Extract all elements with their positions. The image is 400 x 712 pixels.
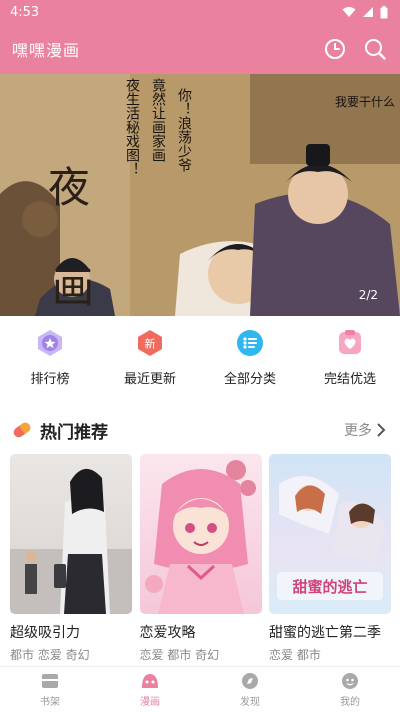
quick-nav-label: 完结优选 xyxy=(323,372,376,387)
app-bar: 嘿嘿漫画 xyxy=(0,24,400,74)
quick-nav-recent-updates[interactable]: 新 最近更新 xyxy=(100,326,200,394)
comic-grid: 超级吸引力 都市 恋爱 奇幻 恋爱攻略 恋爱 都市 奇幻 甜蜜的逃亡 甜蜜的逃亡… xyxy=(0,454,400,666)
app-title: 嘿嘿漫画 xyxy=(12,41,81,60)
finished-heart-icon xyxy=(333,326,367,360)
comic-tags: 都市 恋爱 奇幻 xyxy=(10,648,90,662)
comic-title: 超级吸引力 xyxy=(10,625,80,641)
quick-nav-all-categories[interactable]: 全部分类 xyxy=(200,326,300,394)
comic-card[interactable]: 甜蜜的逃亡 甜蜜的逃亡第二季 恋爱 都市 xyxy=(269,454,391,666)
svg-text:夜生活秘戏图！: 夜生活秘戏图！ xyxy=(124,78,140,176)
banner-artwork: 夜 画 你！浪荡少爷 竟然让画家画 夜生活秘戏图！ 我要干什么 xyxy=(0,74,400,316)
signal-icon xyxy=(363,7,373,17)
comic-title: 恋爱攻略 xyxy=(139,625,196,641)
wifi-icon xyxy=(342,7,356,17)
chevron-right-icon xyxy=(377,423,386,437)
ranking-medal-icon xyxy=(33,326,67,360)
discover-icon xyxy=(239,671,261,691)
comic-cover xyxy=(139,454,262,614)
tab-label: 我的 xyxy=(340,697,360,708)
banner-title-art: 夜 xyxy=(48,163,90,212)
quick-nav: 排行榜 新 最近更新 全部分类 完结优选 xyxy=(0,326,400,394)
status-bar: 4:53 xyxy=(0,0,400,24)
more-link[interactable]: 更多 xyxy=(344,420,386,440)
search-icon[interactable] xyxy=(362,36,388,62)
comic-cover xyxy=(10,454,132,614)
banner-carousel[interactable]: 夜 画 你！浪荡少爷 竟然让画家画 夜生活秘戏图！ 我要干什么 2/2 xyxy=(0,74,400,316)
tab-label: 书架 xyxy=(40,697,60,708)
hot-recommend-header: 热门推荐 更多 xyxy=(0,410,400,450)
app-actions xyxy=(322,36,388,62)
more-label: 更多 xyxy=(344,423,372,439)
tab-comics[interactable]: 漫画 xyxy=(100,671,200,708)
svg-text:竟然让画家画: 竟然让画家画 xyxy=(150,78,166,162)
clock-icon[interactable] xyxy=(322,36,348,62)
tab-label: 发现 xyxy=(240,697,260,708)
quick-nav-ranking[interactable]: 排行榜 xyxy=(0,326,100,394)
svg-text:我要干什么: 我要干什么 xyxy=(335,95,395,109)
category-list-icon xyxy=(233,326,267,360)
comic-cover-text: 甜蜜的逃亡 xyxy=(292,578,367,596)
bottom-nav: 书架 漫画 发现 我的 xyxy=(0,666,400,712)
comic-card[interactable]: 超级吸引力 都市 恋爱 奇幻 xyxy=(10,454,132,666)
tab-label: 漫画 xyxy=(140,697,160,708)
hot-pill-icon xyxy=(13,422,31,438)
status-time: 4:53 xyxy=(10,4,40,20)
profile-icon xyxy=(339,671,361,691)
tab-profile[interactable]: 我的 xyxy=(300,671,400,708)
status-icons xyxy=(342,5,388,19)
tab-bookshelf[interactable]: 书架 xyxy=(0,671,100,708)
quick-nav-label: 排行榜 xyxy=(30,372,70,387)
section-title-wrap: 热门推荐 xyxy=(10,418,108,443)
comic-card[interactable]: 恋爱攻略 恋爱 都市 奇幻 xyxy=(139,454,262,666)
tab-discover[interactable]: 发现 xyxy=(200,671,300,708)
svg-text:画: 画 xyxy=(52,263,94,312)
svg-text:新: 新 xyxy=(145,337,156,351)
svg-text:你！浪荡少爷: 你！浪荡少爷 xyxy=(176,88,192,172)
section-title: 热门推荐 xyxy=(40,422,108,443)
quick-nav-label: 全部分类 xyxy=(223,372,276,387)
battery-icon xyxy=(380,5,388,18)
comic-icon xyxy=(139,671,161,691)
comic-cover: 甜蜜的逃亡 xyxy=(269,454,391,614)
bookshelf-icon xyxy=(39,671,61,691)
quick-nav-finished-picks[interactable]: 完结优选 xyxy=(300,326,400,394)
banner-page-counter: 2/2 xyxy=(358,288,378,302)
quick-nav-label: 最近更新 xyxy=(123,372,176,387)
comic-tags: 恋爱 都市 奇幻 xyxy=(139,648,220,662)
comic-title: 甜蜜的逃亡第二季 xyxy=(269,625,381,641)
new-badge-icon: 新 xyxy=(133,326,167,360)
comic-tags: 恋爱 都市 xyxy=(269,648,321,662)
